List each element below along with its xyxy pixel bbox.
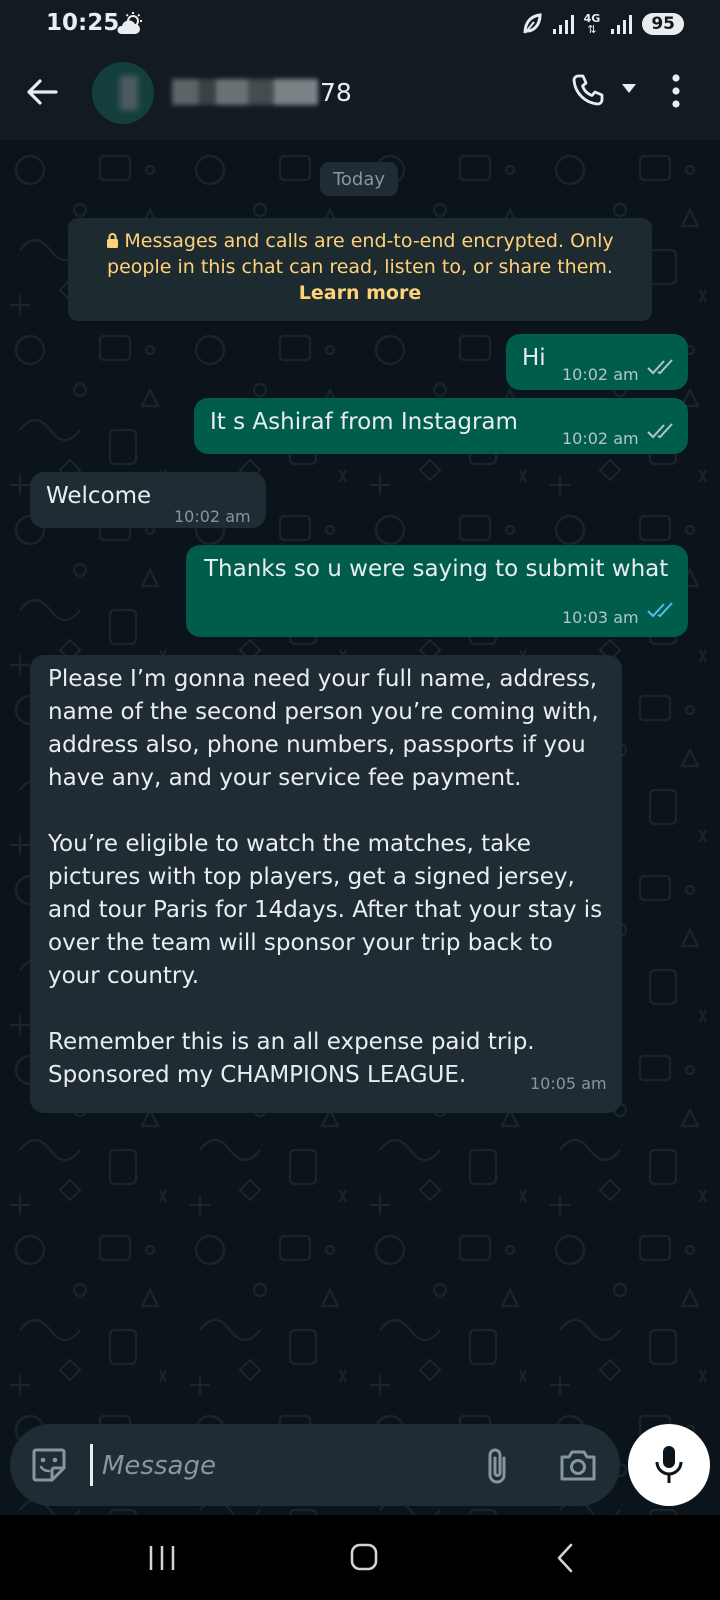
message-compose-bar — [10, 1424, 620, 1506]
lock-icon — [107, 233, 119, 248]
message-time: 10:02 am — [562, 365, 639, 384]
status-time: 10:25 — [46, 10, 120, 36]
double-tick-icon — [647, 423, 673, 439]
message-time: 10:05 am — [530, 1074, 607, 1093]
date-chip: Today — [320, 162, 398, 196]
chat-header: 78 — [0, 48, 720, 140]
leaf-icon — [523, 13, 542, 34]
mic-icon — [655, 1446, 683, 1483]
message-bubble-incoming[interactable]: Please I’m gonna need your full name, ad… — [30, 655, 622, 1113]
status-bar: 10:25 4G ⇅ 95 — [0, 0, 720, 48]
contact-name-suffix: 78 — [320, 77, 352, 107]
message-bubble-outgoing[interactable]: Thanks so u were saying to submit what 1… — [186, 545, 688, 637]
avatar-redaction — [120, 76, 138, 110]
text-cursor — [90, 1444, 93, 1486]
encryption-notice[interactable]: Messages and calls are end-to-end encryp… — [68, 218, 652, 321]
camera-icon[interactable] — [558, 1447, 598, 1483]
back-icon[interactable] — [24, 74, 60, 110]
message-text: Thanks so u were saying to submit what — [204, 556, 669, 582]
message-text: Welcome — [46, 483, 152, 509]
message-input[interactable] — [100, 1442, 444, 1490]
nav-recents-icon[interactable] — [148, 1545, 176, 1571]
emoji-icon[interactable] — [30, 1446, 68, 1484]
data-arrows-icon: ⇅ — [587, 23, 597, 36]
contact-name-redaction — [172, 79, 318, 105]
message-time: 10:02 am — [562, 429, 639, 448]
battery-icon: 95 — [642, 13, 684, 35]
message-time: 10:03 am — [562, 608, 639, 627]
chat-area[interactable]: Today Messages and calls are end-to-end … — [0, 140, 720, 1515]
message-bubble-outgoing[interactable]: Hi 10:02 am — [506, 334, 688, 390]
call-icon[interactable] — [570, 72, 606, 108]
double-tick-icon — [647, 359, 673, 375]
double-tick-icon — [647, 602, 673, 618]
learn-more-link[interactable]: Learn more — [299, 282, 421, 304]
mic-button[interactable] — [628, 1424, 710, 1506]
nav-back-icon[interactable] — [556, 1543, 574, 1573]
message-text: Please I’m gonna need your full name, ad… — [48, 666, 603, 1088]
message-bubble-outgoing[interactable]: It s Ashiraf from Instagram 10:02 am — [194, 398, 688, 454]
contact-name[interactable]: 78 — [172, 74, 352, 110]
chevron-down-icon[interactable] — [622, 84, 636, 94]
encryption-notice-text: Messages and calls are end-to-end encryp… — [107, 230, 614, 278]
signal-icon — [552, 15, 574, 34]
message-text: Hi — [522, 345, 546, 371]
status-indicators: 4G ⇅ 95 — [522, 10, 684, 38]
network-type: 4G ⇅ — [584, 13, 601, 35]
system-nav-bar — [0, 1515, 720, 1600]
avatar[interactable] — [92, 62, 154, 124]
message-bubble-incoming[interactable]: Welcome 10:02 am — [30, 472, 266, 528]
attach-icon[interactable] — [480, 1446, 514, 1486]
signal-icon — [611, 15, 633, 34]
message-time: 10:02 am — [174, 507, 251, 526]
weather-icon — [117, 12, 142, 34]
nav-home-icon[interactable] — [350, 1543, 378, 1571]
message-text: It s Ashiraf from Instagram — [210, 409, 518, 435]
menu-icon[interactable] — [672, 74, 680, 108]
